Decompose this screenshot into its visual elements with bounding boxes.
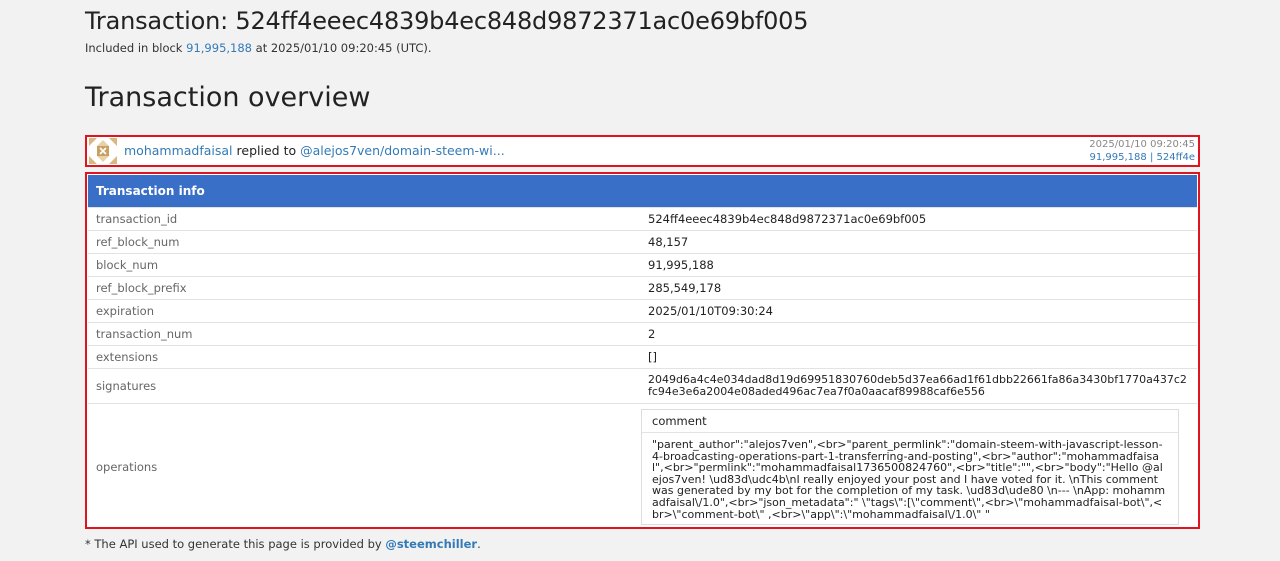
row-value: 285,549,178 xyxy=(633,276,1197,300)
summary-block-link[interactable]: 91,995,188 xyxy=(1089,152,1146,163)
summary-tx-link[interactable]: 524ff4e xyxy=(1157,152,1196,163)
operation-summary: mohammadfaisal replied to @alejos7ven/do… xyxy=(85,135,1200,167)
row-key: expiration xyxy=(88,299,633,323)
operation-body: "parent_author":"alejos7ven",<br>"parent… xyxy=(652,438,1166,521)
action-text: replied to xyxy=(236,143,297,158)
summary-separator: | xyxy=(1149,152,1154,163)
row-key: ref_block_prefix xyxy=(88,276,633,300)
operation-type: comment xyxy=(642,410,1178,433)
api-credit: * The API used to generate this page is … xyxy=(85,537,481,551)
summary-text: mohammadfaisal replied to @alejos7ven/do… xyxy=(124,143,505,158)
table-row: extensions [] xyxy=(88,345,1197,369)
transaction-info-heading: Transaction info xyxy=(88,175,1197,207)
block-link[interactable]: 91,995,188 xyxy=(186,41,252,55)
row-value: 2 xyxy=(633,322,1197,346)
summary-refs: 91,995,188 | 524ff4e xyxy=(1089,151,1195,164)
included-suffix: at 2025/01/10 09:20:45 (UTC). xyxy=(255,41,432,55)
row-value: 2025/01/10T09:30:24 xyxy=(633,299,1197,323)
table-row: block_num 91,995,188 xyxy=(88,253,1197,277)
row-value: 524ff4eeec4839b4ec848d9872371ac0e69bf005 xyxy=(633,207,1197,231)
row-value: 91,995,188 xyxy=(633,253,1197,277)
transaction-info-table: transaction_id 524ff4eeec4839b4ec848d987… xyxy=(88,207,1197,531)
summary-timestamp: 2025/01/10 09:20:45 xyxy=(1089,139,1195,150)
avatar-icon[interactable] xyxy=(89,138,117,164)
page-title: Transaction: 524ff4eeec4839b4ec848d98723… xyxy=(85,7,809,35)
author-link[interactable]: mohammadfaisal xyxy=(124,143,233,158)
parent-post-link[interactable]: @alejos7ven/domain-steem-wi... xyxy=(300,143,505,158)
row-key: transaction_num xyxy=(88,322,633,346)
operation-card: comment "parent_author":"alejos7ven",<br… xyxy=(641,409,1179,526)
block-inclusion-line: Included in block 91,995,188 at 2025/01/… xyxy=(85,41,432,55)
transaction-info-panel: Transaction info transaction_id 524ff4ee… xyxy=(85,172,1200,531)
table-row: signatures 2049d6a4c4e034dad8d19d6995183… xyxy=(88,368,1197,404)
overview-title: Transaction overview xyxy=(85,82,371,113)
row-key: operations xyxy=(88,403,633,531)
signatures-value: 2049d6a4c4e034dad8d19d69951830760deb5d37… xyxy=(633,368,1197,404)
table-row: expiration 2025/01/10T09:30:24 xyxy=(88,299,1197,323)
table-row: transaction_id 524ff4eeec4839b4ec848d987… xyxy=(88,207,1197,231)
included-prefix: Included in block xyxy=(85,41,183,55)
row-value: 48,157 xyxy=(633,230,1197,254)
table-row: transaction_num 2 xyxy=(88,322,1197,346)
api-provider-link[interactable]: @steemchiller xyxy=(385,537,477,551)
row-key: ref_block_num xyxy=(88,230,633,254)
row-value: [] xyxy=(633,345,1197,369)
row-key: block_num xyxy=(88,253,633,277)
table-row: ref_block_num 48,157 xyxy=(88,230,1197,254)
operations-cell: comment "parent_author":"alejos7ven",<br… xyxy=(633,403,1197,531)
api-credit-suffix: . xyxy=(477,537,481,551)
table-row: ref_block_prefix 285,549,178 xyxy=(88,276,1197,300)
summary-meta: 2025/01/10 09:20:45 91,995,188 | 524ff4e xyxy=(1089,138,1195,164)
transaction-info-heading-text: Transaction info xyxy=(96,184,205,198)
row-key: signatures xyxy=(88,368,633,404)
row-key: extensions xyxy=(88,345,633,369)
row-key: transaction_id xyxy=(88,207,633,231)
api-credit-prefix: * The API used to generate this page is … xyxy=(85,537,382,551)
table-row: operations comment "parent_author":"alej… xyxy=(88,403,1197,531)
